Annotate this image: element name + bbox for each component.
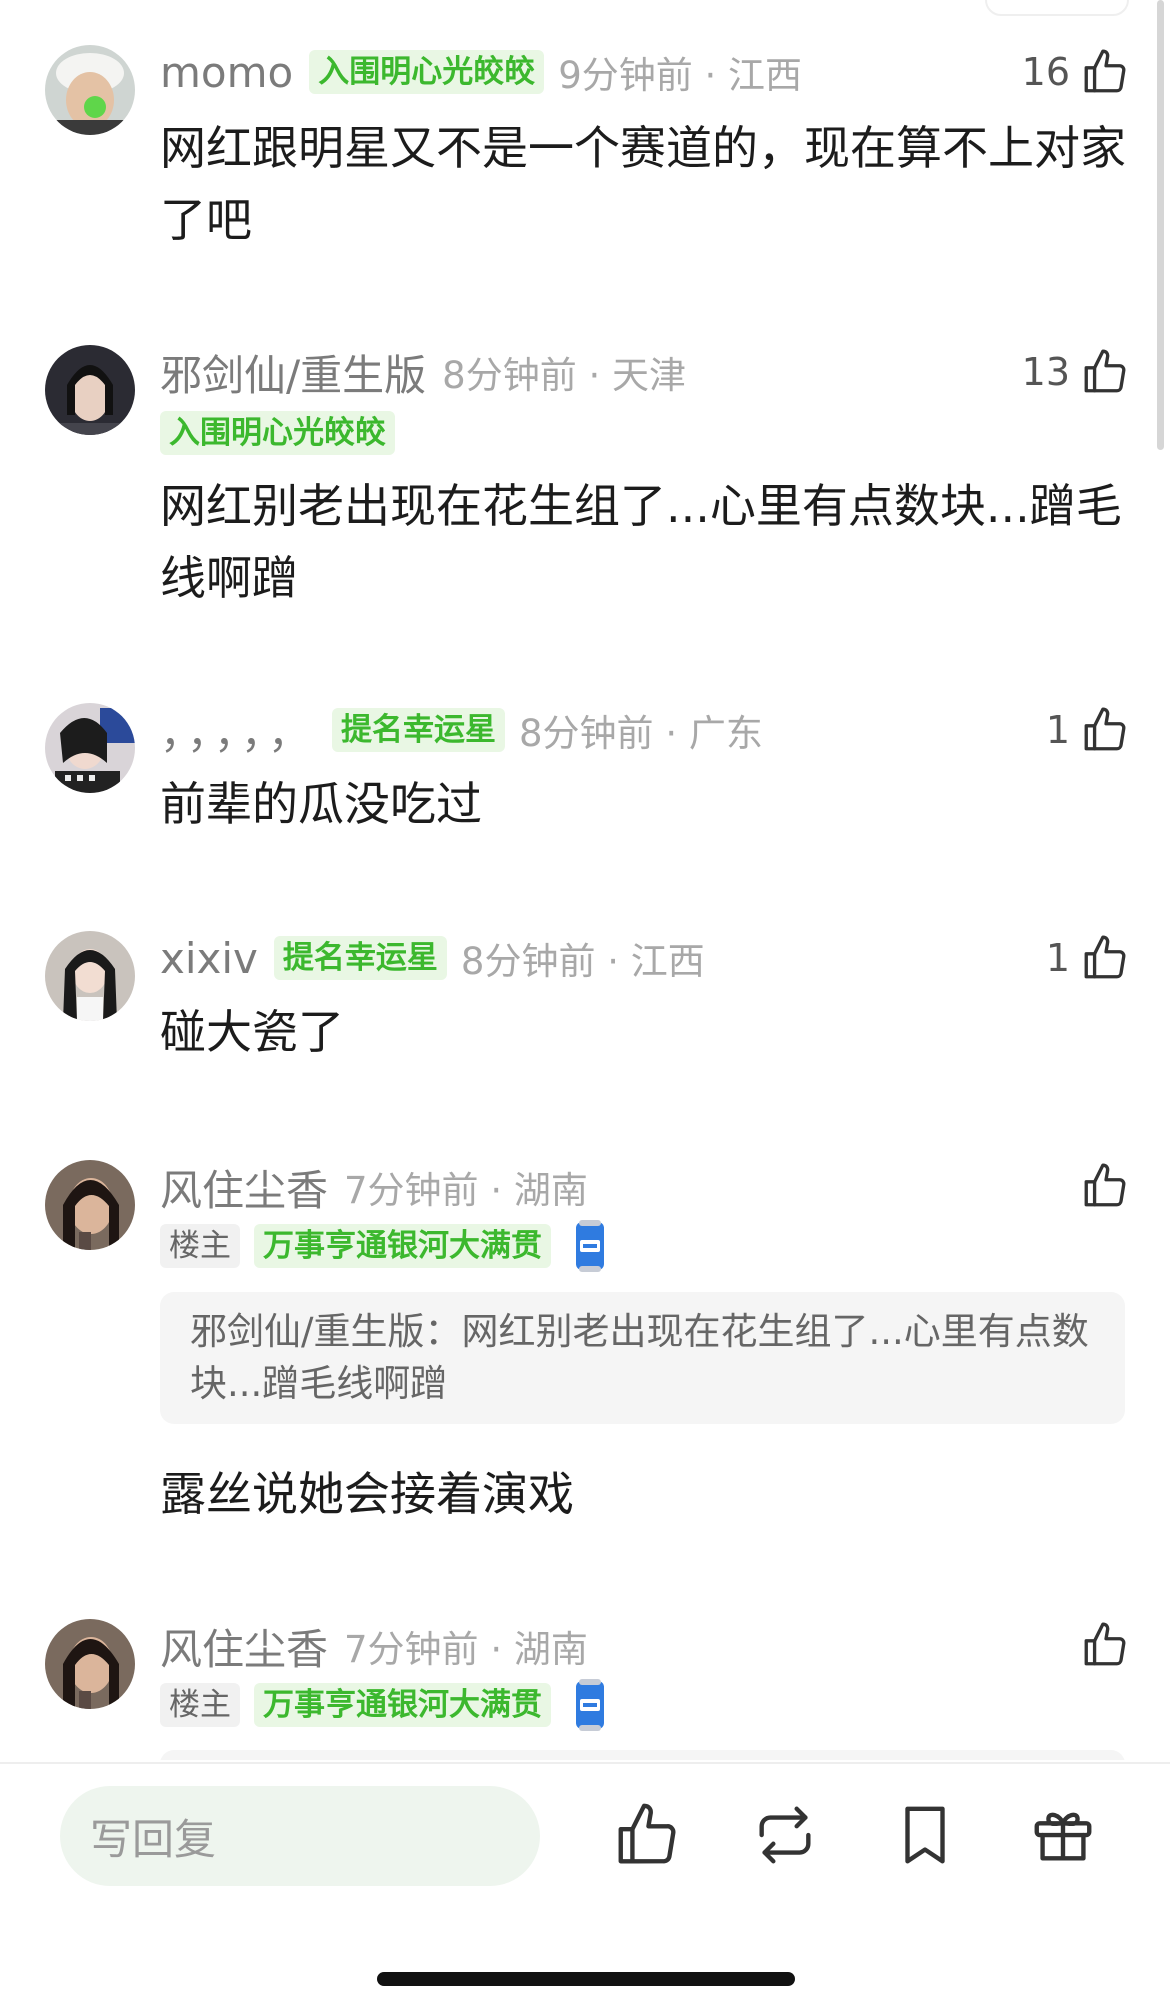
user-badge[interactable]: 万事亨通银河大满贯 (254, 1683, 551, 1727)
avatar[interactable] (45, 1619, 135, 1709)
avatar[interactable] (45, 931, 135, 1021)
comment-text: 网红别老出现在花生组了...心里有点数块...蹭毛线啊蹭 (160, 479, 1122, 605)
avatar[interactable] (45, 703, 135, 793)
like-count: 1 (1045, 936, 1070, 980)
avatar[interactable] (45, 345, 135, 435)
username[interactable]: 风住尘香 (160, 1616, 328, 1677)
timestamp-location: 8分钟前 · 江西 (460, 940, 705, 983)
like-button[interactable]: 1 (1046, 702, 1130, 758)
like-button[interactable]: 13 (1022, 344, 1130, 400)
thumbs-up-icon[interactable] (1080, 705, 1130, 755)
like-button[interactable]: 1 (1046, 930, 1130, 986)
thumbs-up-icon[interactable] (1080, 347, 1130, 397)
like-count: 13 (1021, 350, 1070, 394)
quoted-comment[interactable] (160, 1750, 1125, 1760)
user-badge[interactable]: 提名幸运星 (273, 936, 447, 980)
user-badge[interactable]: 入围明心光皎皎 (160, 411, 395, 455)
timestamp-location: 7分钟前 · 湖南 (344, 1628, 588, 1671)
like-button[interactable] (1070, 1158, 1130, 1214)
thumbs-up-icon[interactable] (1080, 47, 1130, 97)
quoted-comment[interactable]: 邪剑仙/重生版：网红别老出现在花生组了...心里有点数块...蹭毛线啊蹭 (160, 1292, 1125, 1424)
username[interactable]: xixiv (160, 934, 258, 983)
timestamp-location: 7分钟前 · 湖南 (344, 1169, 588, 1212)
avatar[interactable] (45, 45, 135, 135)
like-button[interactable] (1070, 1617, 1130, 1673)
like-count: 1 (1045, 708, 1070, 752)
thumbs-up-icon[interactable] (1080, 1620, 1130, 1670)
comment-list: momo 入围明心光皎皎 9分钟前 · 江西 16 网红跟明星又不是一个赛道的，… (0, 0, 1170, 1760)
can-icon (576, 1679, 604, 1731)
home-indicator[interactable] (377, 1972, 795, 1986)
username[interactable]: momo (160, 48, 293, 97)
repost-icon[interactable] (750, 1800, 820, 1870)
avatar[interactable] (45, 1160, 135, 1250)
username[interactable]: ，，，，， (160, 700, 316, 761)
bookmark-icon[interactable] (890, 1800, 960, 1870)
gift-icon[interactable] (1028, 1800, 1098, 1870)
username[interactable]: 风住尘香 (160, 1157, 328, 1218)
comment-text: 露丝说她会接着演戏 (160, 1467, 574, 1521)
op-badge: 楼主 (160, 1683, 240, 1727)
like-count: 16 (1021, 50, 1070, 94)
timestamp-location: 8分钟前 · 天津 (442, 354, 686, 397)
timestamp-location: 9分钟前 · 江西 (558, 54, 803, 97)
timestamp-location: 8分钟前 · 广东 (519, 712, 763, 755)
thumbs-up-icon[interactable] (1080, 933, 1130, 983)
comment-text: 网红跟明星又不是一个赛道的，现在算不上对家了吧 (160, 121, 1126, 247)
bottom-action-bar: 写回复 (0, 1762, 1170, 2011)
thumbs-up-icon[interactable] (1080, 1161, 1130, 1211)
like-icon[interactable] (612, 1800, 682, 1870)
user-badge[interactable]: 万事亨通银河大满贯 (254, 1224, 551, 1268)
comment-text: 碰大瓷了 (160, 1005, 344, 1059)
comment-text: 前辈的瓜没吃过 (160, 777, 482, 831)
like-button[interactable]: 16 (1022, 44, 1130, 100)
user-badge[interactable]: 入围明心光皎皎 (309, 50, 545, 94)
op-badge: 楼主 (160, 1224, 240, 1268)
reply-placeholder: 写回复 (90, 1814, 217, 1864)
username[interactable]: 邪剑仙/重生版 (160, 342, 426, 403)
user-badge[interactable]: 提名幸运星 (332, 708, 506, 752)
can-icon (576, 1220, 604, 1272)
reply-input[interactable]: 写回复 (60, 1786, 540, 1886)
